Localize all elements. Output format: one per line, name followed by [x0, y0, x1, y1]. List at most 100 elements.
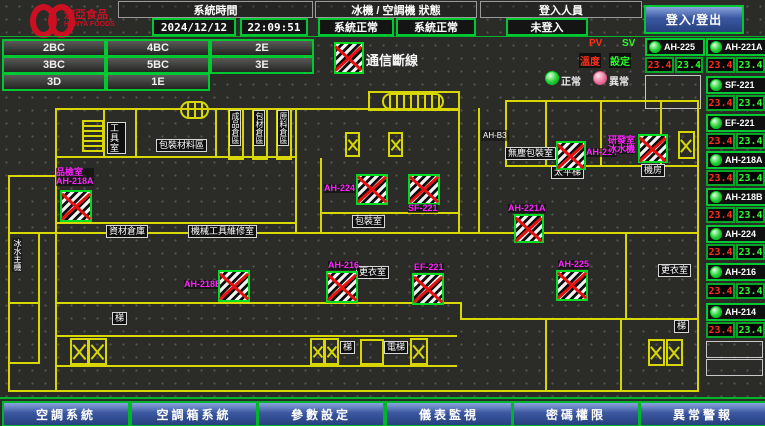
- wall: [478, 108, 480, 232]
- room-label-ah-b3: AH-B3: [481, 130, 509, 141]
- zone-button-1e[interactable]: 1E: [106, 73, 210, 91]
- unit-ah-214[interactable]: AH-214: [706, 303, 765, 321]
- header-divider: [0, 36, 765, 37]
- unit-ah-218a[interactable]: AH-218A: [706, 151, 765, 169]
- room-label-packing-material: 包裝材料區: [156, 139, 207, 152]
- wall: [620, 318, 622, 392]
- unit-ah-221a[interactable]: AH-221A: [706, 38, 765, 56]
- unit-status-led: [710, 191, 722, 203]
- unit-ah-224-sv: 23.4: [736, 244, 765, 260]
- empty-panel-box: [645, 75, 701, 109]
- unit-ah-221a-pv: 23.4: [706, 57, 735, 73]
- unit-name: AH-218A: [725, 155, 763, 165]
- nav-password-auth[interactable]: 密碼權限: [512, 401, 640, 426]
- wall: [55, 222, 295, 224]
- unit-ah-224[interactable]: AH-224: [706, 225, 765, 243]
- zone-button-3bc[interactable]: 3BC: [2, 56, 106, 74]
- room-label-material-warehouse: 資材倉庫: [106, 225, 148, 238]
- unit-ah-218a-sv: 23.4: [736, 170, 765, 186]
- machine-status-title: 冰機 / 空調機 狀態: [315, 1, 477, 18]
- zone-button-4bc[interactable]: 4BC: [106, 39, 210, 57]
- room-label-cleanroom-packing: 無塵包裝室: [505, 147, 556, 160]
- room-outline: [8, 302, 40, 364]
- zone-button-2e[interactable]: 2E: [210, 39, 314, 57]
- system-time-value: 22:09:51: [240, 18, 308, 36]
- nav-ahu-system[interactable]: 空調箱系統: [130, 401, 258, 426]
- unit-name: AH-224: [725, 229, 756, 239]
- pv-sub-label: 溫度: [579, 53, 601, 68]
- zone-button-2bc[interactable]: 2BC: [2, 39, 106, 57]
- unit-name: SF-221: [725, 80, 755, 90]
- unit-ah-225-sv: 23.4: [675, 57, 703, 73]
- unit-status-led: [710, 266, 722, 278]
- unit-ah-216[interactable]: AH-216: [706, 263, 765, 281]
- equip-label-line: AH-218A: [56, 177, 94, 186]
- logo-title: 宏亞食品: [64, 6, 108, 22]
- comm-loss-legend-icon: [334, 42, 364, 74]
- unit-ah-218b[interactable]: AH-218B: [706, 188, 765, 206]
- nav-alarm[interactable]: 異常警報: [639, 401, 765, 426]
- zone-button-3e[interactable]: 3E: [210, 56, 314, 74]
- unit-ah-225[interactable]: AH-225: [645, 38, 705, 56]
- login-user-title: 登入人員: [480, 1, 642, 18]
- comm-loss-icon-ef-221: [412, 273, 444, 305]
- normal-led-label: 正常: [561, 73, 581, 88]
- wall: [545, 318, 547, 392]
- stairs-x-icon: [678, 131, 695, 159]
- unit-ah-221a-sv: 23.4: [736, 57, 765, 73]
- unit-ah-214-pv: 23.4: [706, 322, 735, 338]
- unit-ah-218a-pv: 23.4: [706, 170, 735, 186]
- nav-ac-system[interactable]: 空調系統: [2, 401, 130, 426]
- room-label-stairs-2: 梯: [674, 320, 689, 333]
- unit-status-led: [710, 117, 722, 129]
- comm-loss-icon-ah-216: [326, 271, 358, 303]
- ahu-status: 系統正常: [396, 18, 476, 36]
- unit-ah-225-pv: 23.4: [645, 57, 674, 73]
- nav-param-settings[interactable]: 參數設定: [257, 401, 385, 426]
- stairs-x-icon: [666, 339, 683, 366]
- login-logout-button[interactable]: 登入/登出: [644, 5, 744, 34]
- unit-status-led: [649, 41, 661, 53]
- unit-ef-221-sv: 23.4: [736, 133, 765, 149]
- wall: [55, 365, 457, 367]
- comm-loss-icon-ah-218a: [60, 190, 92, 222]
- system-date-value: 2024/12/12: [152, 18, 236, 36]
- unit-status-led: [710, 228, 722, 240]
- wall: [215, 108, 217, 158]
- room-label-maintenance-room: 機械工具維修室: [188, 225, 257, 238]
- unit-name: AH-221A: [725, 42, 763, 52]
- unit-ah-218b-pv: 23.4: [706, 207, 735, 223]
- sv-header: SV: [622, 38, 635, 49]
- pv-header: PV: [589, 38, 602, 49]
- comm-loss-icon-chiller: [638, 134, 668, 163]
- unit-status-led: [710, 154, 722, 166]
- zone-button-5bc[interactable]: 5BC: [106, 56, 210, 74]
- room-label-changing-room-1: 更衣室: [356, 266, 389, 279]
- abnormal-led-label: 異常: [609, 73, 629, 88]
- unit-name: AH-216: [725, 267, 756, 277]
- unit-ef-221[interactable]: EF-221: [706, 114, 765, 132]
- stairs-x-icon: [310, 338, 325, 365]
- login-user-value: 未登入: [506, 18, 588, 36]
- wall: [55, 335, 457, 337]
- wall: [55, 108, 57, 392]
- abnormal-led-icon: [593, 71, 607, 85]
- comm-loss-icon-ah-218b: [218, 270, 250, 302]
- nav-meter-monitor[interactable]: 儀表監視: [385, 401, 513, 426]
- wall: [460, 302, 462, 318]
- column-x-icon: [345, 132, 360, 157]
- empty-panel-box: [706, 359, 763, 376]
- room-label-packing-room: 包裝室: [352, 215, 385, 228]
- room-label-raw-material: 原料倉區: [277, 110, 289, 146]
- comm-loss-icon-ah-214: [556, 141, 586, 170]
- zone-button-3d[interactable]: 3D: [2, 73, 106, 91]
- wall: [458, 108, 460, 234]
- logo-subtitle: HUNYA FOODS: [64, 21, 115, 28]
- equip-label-ef-221: EF-221: [414, 263, 444, 272]
- unit-status-led: [710, 41, 722, 53]
- system-time-title: 系統時間: [118, 1, 313, 18]
- unit-sf-221[interactable]: SF-221: [706, 76, 765, 94]
- room-label-stairs-1: 梯: [340, 341, 355, 354]
- stairs-x-icon: [70, 338, 89, 365]
- wall: [460, 318, 699, 320]
